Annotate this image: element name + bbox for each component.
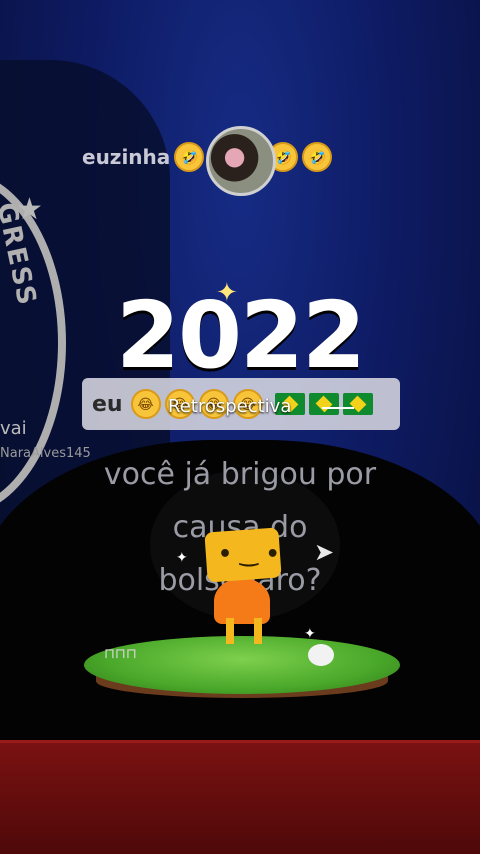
sparkle-icon: ✦ (304, 626, 316, 642)
brazil-flag-icon (308, 393, 339, 415)
comment-username: euzinha (82, 145, 171, 169)
avatar[interactable] (206, 126, 276, 196)
sparkle-icon: ✦ (216, 278, 238, 308)
video-frame[interactable]: ★ GRESS euzinha 🤣 🤣 🤣 2022 ✦ eu 😂 😂 😂 😂 … (0, 0, 480, 854)
retrospective-label: Retrospectiva (168, 396, 292, 417)
laughing-emoji-icon: 🤣 (302, 142, 333, 172)
smile-icon: • ‿ • (218, 542, 280, 567)
fence-icon: ⊓⊓⊓ (104, 646, 137, 662)
brazil-flag-icon (342, 393, 373, 415)
divider (322, 407, 354, 409)
laughing-emoji-icon: 😂 (130, 389, 161, 419)
paper-plane-icon: ➤ (314, 538, 335, 566)
grass-island (84, 636, 400, 694)
bird-icon (308, 644, 334, 666)
pill-username: eu (92, 391, 123, 417)
year-title: 2022 (115, 282, 366, 389)
side-username: vai (0, 418, 27, 439)
sparkle-icon: ✦ (176, 550, 188, 566)
mascot-legs (226, 618, 262, 644)
side-handle: NaraAlves145 (0, 446, 91, 461)
laughing-emoji-icon: 🤣 (174, 142, 205, 172)
podium (0, 740, 480, 854)
